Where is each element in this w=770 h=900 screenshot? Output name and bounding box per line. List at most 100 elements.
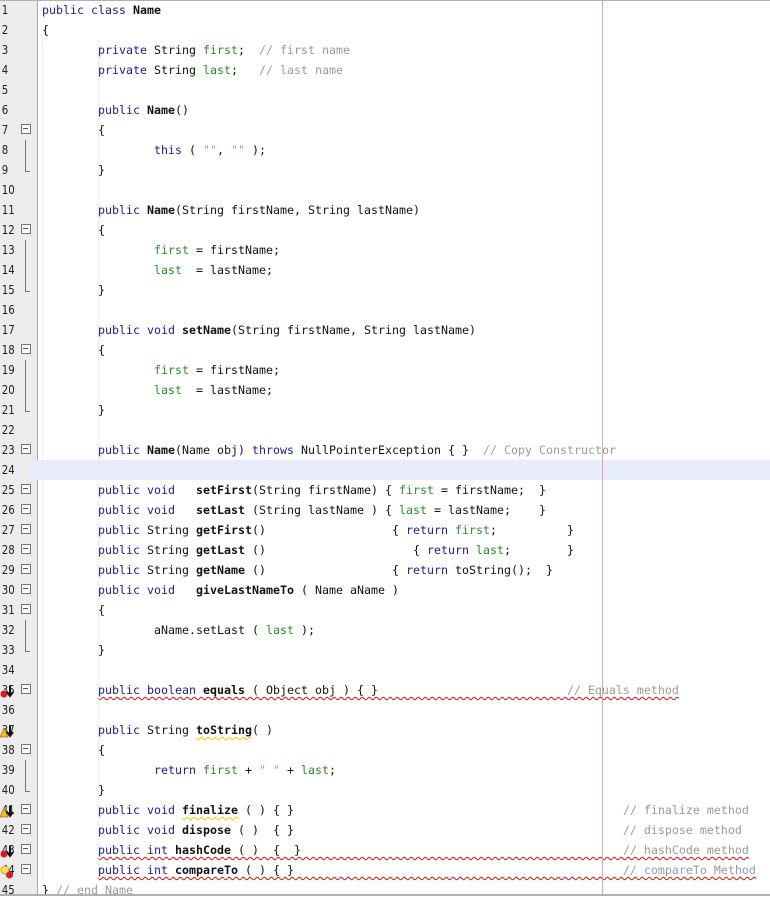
code-line[interactable]: 23 public Name(Name obj) throws NullPoin… <box>0 440 770 460</box>
error-override-icon[interactable] <box>0 684 14 698</box>
code-editor[interactable]: 1 public class Name 2{3 private String fir… <box>0 0 770 897</box>
error-override-icon[interactable] <box>0 844 14 858</box>
code-line[interactable]: 18 { <box>0 340 770 360</box>
code-text: public String getName () { return toStri… <box>42 560 553 580</box>
code-line[interactable]: 45} // end Name <box>0 880 770 900</box>
code-line[interactable]: 11 public Name(String firstName, String … <box>0 200 770 220</box>
line-number[interactable]: 4 <box>0 60 31 80</box>
code-line[interactable]: 38 { <box>0 740 770 760</box>
line-number[interactable]: 16 <box>0 300 31 320</box>
code-text: { <box>42 600 105 620</box>
line-number[interactable]: 45 <box>0 880 31 900</box>
code-line[interactable]: 9 } <box>0 160 770 180</box>
token-bold: getFirst <box>196 523 252 537</box>
line-number[interactable]: 11 <box>0 200 31 220</box>
code-line[interactable]: 34 <box>0 660 770 680</box>
line-number[interactable]: 6 <box>0 100 31 120</box>
code-line[interactable]: 16 <box>0 300 770 320</box>
code-line[interactable]: 31 { <box>0 600 770 620</box>
code-line[interactable]: 32 aName.setLast ( last ); <box>0 620 770 640</box>
code-line[interactable]: 10 <box>0 180 770 200</box>
code-line[interactable]: 41 public void finalize ( ) { } // final… <box>0 800 770 820</box>
line-number[interactable]: 22 <box>0 420 31 440</box>
code-line[interactable]: 20 last = lastName; <box>0 380 770 400</box>
line-number[interactable]: 3 <box>0 40 31 60</box>
code-line[interactable]: 13 first = firstName; <box>0 240 770 260</box>
fold-toggle-icon[interactable] <box>20 500 32 520</box>
code-line[interactable]: 35 public boolean equals ( Object obj ) … <box>0 680 770 700</box>
code-line[interactable]: 1 public class Name <box>0 0 770 20</box>
code-line[interactable]: 19 first = firstName; <box>0 360 770 380</box>
fold-toggle-icon[interactable] <box>20 580 32 600</box>
code-text: return first + " " + last; <box>42 760 336 780</box>
code-line[interactable]: 2{ <box>0 20 770 40</box>
fold-toggle-icon[interactable] <box>20 680 32 700</box>
code-line[interactable]: 30 public void giveLastNameTo ( Name aNa… <box>0 580 770 600</box>
code-line[interactable]: 8 this ( "", "" ); <box>0 140 770 160</box>
code-line[interactable]: 24 <box>0 460 770 480</box>
line-number[interactable]: 34 <box>0 660 31 680</box>
code-line[interactable]: 28 public String getLast () { return las… <box>0 540 770 560</box>
code-line[interactable]: 21 } <box>0 400 770 420</box>
token-bold: hashCode <box>175 843 231 857</box>
code-line[interactable]: 12 { <box>0 220 770 240</box>
line-number[interactable]: 24 <box>0 460 31 480</box>
code-line[interactable]: 44 public int compareTo ( ) { } // compa… <box>0 860 770 880</box>
code-line[interactable]: 3 private String first; // first name <box>0 40 770 60</box>
warning-override-icon[interactable] <box>0 804 14 818</box>
fold-toggle-icon[interactable] <box>20 340 32 360</box>
fold-guide <box>20 280 32 300</box>
code-text: last = lastName; <box>42 380 273 400</box>
token-text: (String firstName) { <box>251 483 399 497</box>
line-number[interactable]: 17 <box>0 320 31 340</box>
line-number[interactable]: 36 <box>0 700 31 720</box>
code-line[interactable]: 17 public void setName(String firstName,… <box>0 320 770 340</box>
code-line[interactable]: 39 return first + " " + last; <box>0 760 770 780</box>
bulb-error-icon[interactable] <box>0 864 13 879</box>
token-text: ( ) <box>252 723 273 737</box>
fold-toggle-icon[interactable] <box>20 520 32 540</box>
fold-toggle-icon[interactable] <box>20 800 32 820</box>
fold-toggle-icon[interactable] <box>20 120 32 140</box>
fold-toggle-icon[interactable] <box>20 480 32 500</box>
token-kw: return <box>405 563 455 577</box>
fold-toggle-icon[interactable] <box>20 600 32 620</box>
code-line[interactable]: 4 private String last; // last name <box>0 60 770 80</box>
fold-toggle-icon[interactable] <box>20 840 32 860</box>
line-number[interactable]: 1 <box>0 0 31 20</box>
code-line[interactable]: 29 public String getName () { return toS… <box>0 560 770 580</box>
fold-toggle-icon[interactable] <box>20 560 32 580</box>
code-line[interactable]: 36 <box>0 700 770 720</box>
code-line[interactable]: 22 <box>0 420 770 440</box>
warning-override-icon[interactable] <box>0 724 14 738</box>
code-line[interactable]: 15 } <box>0 280 770 300</box>
fold-toggle-icon[interactable] <box>20 860 32 880</box>
line-number[interactable]: 5 <box>0 80 31 100</box>
code-line[interactable]: 5 <box>0 80 770 100</box>
fold-toggle-icon[interactable] <box>20 220 32 240</box>
fold-toggle-icon[interactable] <box>20 540 32 560</box>
token-cmt: // compareTo Method <box>622 863 756 877</box>
fold-toggle-icon[interactable] <box>20 740 32 760</box>
fold-toggle-icon[interactable] <box>20 440 32 460</box>
code-line[interactable]: 27 public String getFirst() { return fir… <box>0 520 770 540</box>
fold-toggle-icon[interactable] <box>20 820 32 840</box>
token-fld: first <box>153 363 189 377</box>
code-line[interactable]: 6 public Name() <box>0 100 770 120</box>
token-kw: public void <box>98 823 182 837</box>
line-number[interactable]: 2 <box>0 20 31 40</box>
code-line[interactable]: 33 } <box>0 640 770 660</box>
code-line[interactable]: 7 { <box>0 120 770 140</box>
code-line[interactable]: 25 public void setFirst(String firstName… <box>0 480 770 500</box>
code-line[interactable]: 37 public String toString( ) <box>0 720 770 740</box>
code-line[interactable]: 14 last = lastName; <box>0 260 770 280</box>
token-fld: last <box>398 503 427 517</box>
code-line[interactable]: 40 } <box>0 780 770 800</box>
code-line[interactable]: 42 public void dispose ( ) { } // dispos… <box>0 820 770 840</box>
code-line[interactable]: 43 public int hashCode ( ) { } // hashCo… <box>0 840 770 860</box>
line-number[interactable]: 10 <box>0 180 31 200</box>
code-line[interactable]: 26 public void setLast (String lastName … <box>0 500 770 520</box>
token-fld: first <box>398 483 434 497</box>
